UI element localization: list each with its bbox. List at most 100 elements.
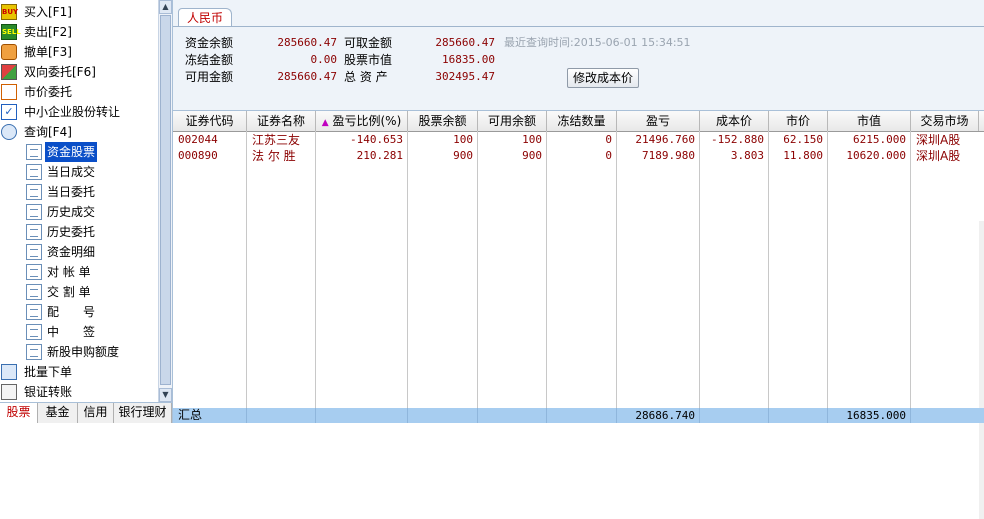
grid-line <box>768 131 769 409</box>
tab-rmb[interactable]: 人民币 <box>178 8 232 27</box>
tab-bank-wealth[interactable]: 银行理财 <box>114 403 172 423</box>
col-header-label: 盈亏比例(%) <box>332 114 402 128</box>
cell-available: 100 <box>522 133 542 146</box>
nav-item-label: 买入[F1] <box>24 5 72 19</box>
nav-item-label: 查询[F4] <box>24 125 72 139</box>
summary-profit: 28686.740 <box>635 409 695 422</box>
left-panel: BUY 买入[F1] SELL 卖出[F2] 撤单[F3] 双向委托[F6] 市… <box>0 0 173 423</box>
grid-line <box>546 408 547 423</box>
total-assets-label: 总 资 产 <box>344 70 388 84</box>
market-order-icon <box>1 84 17 100</box>
table-scrollbar[interactable] <box>979 221 984 519</box>
checkmark-icon: ✓ <box>1 104 17 120</box>
cell-name: 法 尔 胜 <box>252 149 296 163</box>
cell-market-value: 10620.000 <box>846 149 906 162</box>
col-header-available[interactable]: 可用余额 <box>478 111 547 131</box>
cell-available: 900 <box>522 149 542 162</box>
hand-icon <box>1 44 17 60</box>
frozen-label: 冻结金额 <box>185 53 234 67</box>
document-icon <box>26 164 42 180</box>
cell-stock-balance: 100 <box>453 133 473 146</box>
bank-transfer-icon <box>1 384 17 400</box>
buy-icon: BUY <box>1 4 18 20</box>
grid-line <box>827 131 828 409</box>
document-icon <box>26 144 42 160</box>
nav-item-label: 对 帐 单 <box>47 265 91 279</box>
nav-item-label: 资金明细 <box>47 245 96 259</box>
document-icon <box>26 284 42 300</box>
col-header-market-value[interactable]: 市值 <box>828 111 911 131</box>
cell-profit-ratio: 210.281 <box>356 149 403 162</box>
sell-icon: SELL <box>1 24 21 40</box>
grid-line <box>546 131 547 409</box>
withdrawable-value: 285660.47 <box>435 36 495 49</box>
stock-value-label: 股票市值 <box>344 53 393 67</box>
col-header-frozen[interactable]: 冻结数量 <box>547 111 617 131</box>
balance-value: 285660.47 <box>277 36 337 49</box>
grid-line <box>407 131 408 409</box>
document-icon <box>26 344 42 360</box>
cell-frozen: 0 <box>605 133 612 146</box>
function-tree: BUY 买入[F1] SELL 卖出[F2] 撤单[F3] 双向委托[F6] 市… <box>0 0 158 402</box>
col-header-name[interactable]: 证券名称 <box>247 111 316 131</box>
col-header-code[interactable]: 证券代码 <box>173 111 247 131</box>
summary-market-value: 16835.000 <box>846 409 906 422</box>
main-panel: 人民币 资金余额 285660.47 冻结金额 0.00 可用金额 285660… <box>173 0 984 519</box>
table-row[interactable]: 002044 江苏三友 -140.653 100 100 0 21496.760… <box>173 132 984 148</box>
scroll-up-arrow-icon[interactable]: ▲ <box>159 0 172 14</box>
cell-frozen: 0 <box>605 149 612 162</box>
col-header-price[interactable]: 市价 <box>769 111 828 131</box>
cell-code: 000890 <box>178 149 218 162</box>
balance-label: 资金余额 <box>185 36 234 50</box>
nav-item-label: 当日成交 <box>47 165 96 179</box>
frozen-value: 0.00 <box>310 53 338 66</box>
tab-credit[interactable]: 信用 <box>78 403 114 423</box>
cell-cost: -152.880 <box>711 133 764 146</box>
tree-scrollbar[interactable]: ▲ ▼ <box>158 0 172 402</box>
nav-item-label: 银证转账 <box>24 385 73 399</box>
batch-order-icon <box>1 364 17 380</box>
document-icon <box>26 244 42 260</box>
col-header-cost[interactable]: 成本价 <box>700 111 769 131</box>
nav-item-label: 中小企业股份转让 <box>24 105 121 119</box>
document-icon <box>26 184 42 200</box>
withdrawable-label: 可取金额 <box>344 36 393 50</box>
modify-cost-button[interactable]: 修改成本价 <box>567 68 639 88</box>
cell-profit: 7189.980 <box>642 149 695 162</box>
nav-item-label: 历史成交 <box>47 205 96 219</box>
col-header-profit[interactable]: 盈亏 <box>617 111 700 131</box>
col-header-market[interactable]: 交易市场 <box>911 111 979 131</box>
col-header-stock-balance[interactable]: 股票余额 <box>408 111 478 131</box>
col-header-profit-ratio[interactable]: ▲ 盈亏比例(%) <box>316 111 408 131</box>
sort-ascending-icon: ▲ <box>321 118 329 128</box>
summary-label: 汇总 <box>178 408 203 422</box>
nav-item-label: 配 号 <box>47 305 96 319</box>
scroll-thumb[interactable] <box>160 15 171 385</box>
grid-line <box>246 131 247 409</box>
nav-item-label: 双向委托[F6] <box>24 65 96 79</box>
cell-market: 深圳A股 <box>916 149 961 163</box>
document-icon <box>26 204 42 220</box>
positions-table: 证券代码 证券名称 ▲ 盈亏比例(%) 股票余额 可用余额 冻结数量 盈亏 成本… <box>173 110 984 519</box>
tab-funds[interactable]: 基金 <box>38 403 78 423</box>
two-way-order-icon <box>1 64 17 80</box>
table-header: 证券代码 证券名称 ▲ 盈亏比例(%) 股票余额 可用余额 冻结数量 盈亏 成本… <box>173 111 984 132</box>
grid-line <box>699 131 700 409</box>
cell-code: 002044 <box>178 133 218 146</box>
grid-line <box>477 131 478 409</box>
scroll-down-arrow-icon[interactable]: ▼ <box>159 388 172 402</box>
nav-item-label: 卖出[F2] <box>24 25 72 39</box>
table-row[interactable]: 000890 法 尔 胜 210.281 900 900 0 7189.980 … <box>173 148 984 164</box>
nav-item-label: 市价委托 <box>24 85 73 99</box>
cell-price: 62.150 <box>783 133 823 146</box>
document-icon <box>26 224 42 240</box>
grid-line <box>315 131 316 409</box>
total-assets-value: 302495.47 <box>435 70 495 83</box>
summary-row: 汇总 28686.740 16835.000 <box>173 408 984 423</box>
tab-stocks[interactable]: 股票 <box>0 403 38 423</box>
nav-item-label: 资金股票 <box>45 142 98 162</box>
bottom-tabs: 股票 基金 信用 银行理财 <box>0 402 172 423</box>
nav-item-label: 历史委托 <box>47 225 96 239</box>
cell-profit: 21496.760 <box>635 133 695 146</box>
grid-line <box>768 408 769 423</box>
